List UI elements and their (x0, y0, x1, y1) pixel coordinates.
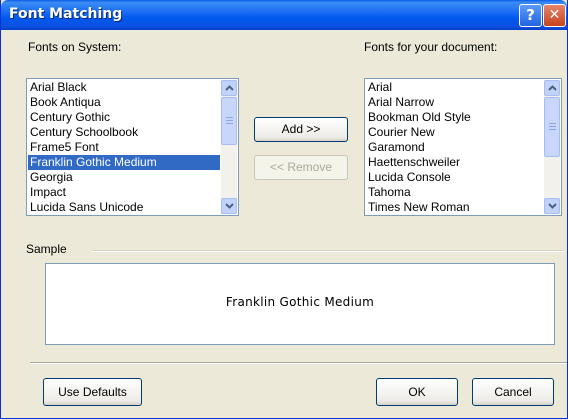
list-item[interactable]: Times New Roman (366, 200, 543, 214)
help-button[interactable]: ? (519, 4, 542, 27)
document-fonts-list[interactable]: Arial Arial Narrow Bookman Old Style Courie… (364, 78, 562, 216)
sample-label: Sample (26, 242, 67, 256)
scroll-thumb[interactable] (221, 97, 237, 145)
system-fonts-label: Fonts on System: (28, 40, 122, 54)
list-item[interactable]: Tahoma (366, 185, 543, 200)
document-fonts-label: Fonts for your document: (364, 40, 498, 54)
document-fonts-scrollbar[interactable] (544, 80, 560, 214)
scroll-up-button[interactable] (221, 80, 237, 96)
add-button[interactable]: Add >> (254, 117, 348, 142)
list-item[interactable]: Century Schoolbook (28, 125, 220, 140)
system-fonts-items: Arial Black Book Antiqua Century Gothic Cen… (28, 80, 220, 214)
scroll-thumb[interactable] (544, 97, 560, 157)
document-fonts-items: Arial Arial Narrow Bookman Old Style Courie… (366, 80, 543, 214)
ok-button[interactable]: OK (376, 378, 458, 406)
font-matching-dialog: Font Matching ? ✕ Fonts on System: Arial… (0, 0, 568, 419)
scroll-down-button[interactable] (221, 198, 237, 214)
system-fonts-list[interactable]: Arial Black Book Antiqua Century Gothic Cen… (26, 78, 239, 216)
sample-text: Franklin Gothic Medium (225, 295, 375, 309)
cancel-button[interactable]: Cancel (472, 378, 554, 406)
scroll-down-button[interactable] (544, 198, 560, 214)
list-item[interactable]: Lucida Console (366, 170, 543, 185)
list-item[interactable]: Bookman Old Style (366, 110, 543, 125)
list-item[interactable]: Franklin Gothic Medium (28, 155, 220, 170)
remove-button[interactable]: << Remove (254, 155, 348, 180)
close-button[interactable]: ✕ (543, 4, 566, 27)
chevron-down-icon (225, 203, 234, 209)
list-item[interactable]: Lucida Sans Unicode (28, 200, 220, 214)
chevron-down-icon (548, 203, 557, 209)
help-icon: ? (526, 6, 535, 24)
scroll-up-button[interactable] (544, 80, 560, 96)
list-item[interactable]: Courier New (366, 125, 543, 140)
list-item[interactable]: Century Gothic (28, 110, 220, 125)
window-title: Font Matching (9, 6, 123, 22)
separator (30, 362, 567, 364)
list-item[interactable]: Arial (366, 80, 543, 95)
system-fonts-scrollbar[interactable] (221, 80, 237, 214)
sample-group-line (93, 250, 563, 252)
chevron-up-icon (225, 85, 234, 91)
list-item[interactable]: Arial Narrow (366, 95, 543, 110)
list-item[interactable]: Arial Black (28, 80, 220, 95)
list-item[interactable]: Frame5 Font (28, 140, 220, 155)
list-item[interactable]: Haettenschweiler (366, 155, 543, 170)
use-defaults-button[interactable]: Use Defaults (43, 378, 142, 406)
list-item[interactable]: Garamond (366, 140, 543, 155)
title-bar[interactable]: Font Matching ? ✕ (1, 0, 567, 30)
chevron-up-icon (548, 85, 557, 91)
list-item[interactable]: Impact (28, 185, 220, 200)
sample-preview: Franklin Gothic Medium (45, 263, 555, 345)
list-item[interactable]: Book Antiqua (28, 95, 220, 110)
list-item[interactable]: Georgia (28, 170, 220, 185)
close-icon: ✕ (548, 7, 561, 23)
